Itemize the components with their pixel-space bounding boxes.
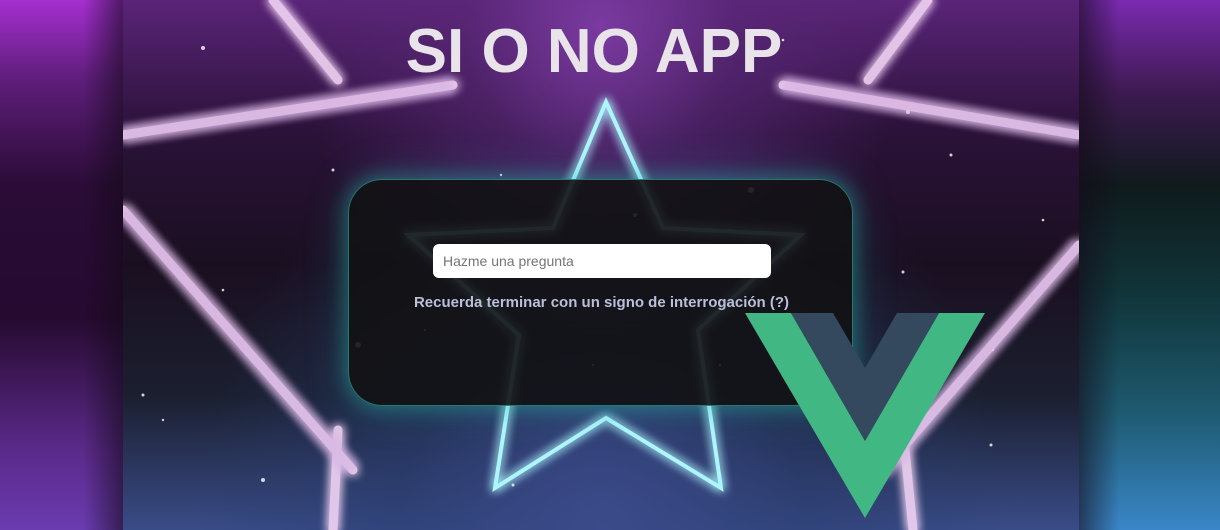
vue-logo-icon — [745, 313, 985, 518]
question-input[interactable] — [433, 244, 771, 278]
background-left-panel — [0, 0, 123, 530]
question-hint: Recuerda terminar con un signo de interr… — [413, 294, 790, 311]
background-right-panel — [1079, 0, 1220, 530]
page: SI O NO APP Recuerda terminar con un sig… — [0, 0, 1220, 530]
app-title: SI O NO APP — [405, 17, 783, 86]
